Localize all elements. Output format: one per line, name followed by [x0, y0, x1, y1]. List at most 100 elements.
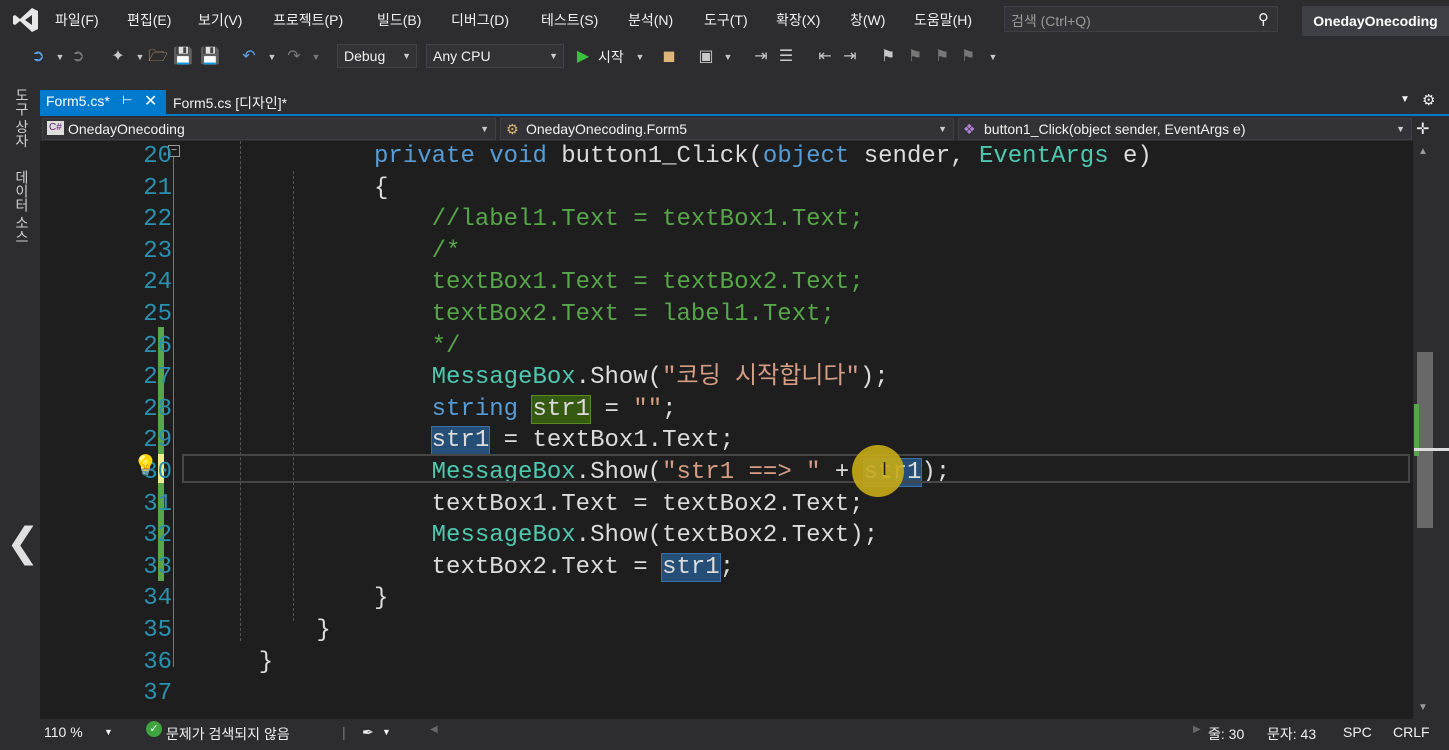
- brush-icon[interactable]: ✒: [362, 724, 374, 741]
- chevron-down-icon: ▼: [402, 51, 411, 61]
- code-line-26: */: [230, 332, 461, 360]
- chevron-down-icon: ▼: [1396, 124, 1405, 134]
- menu-extensions[interactable]: 확장(X): [776, 10, 820, 30]
- project-nav-select[interactable]: C# OnedayOnecoding ▼: [42, 118, 496, 140]
- current-line-highlight: [182, 454, 1410, 483]
- tab-form5-cs[interactable]: Form5.cs* ⊢ ✕: [40, 90, 166, 114]
- chevron-down-icon: ▼: [938, 124, 947, 134]
- toolbox-panel-tab[interactable]: 도구 상자: [12, 88, 32, 148]
- undo-icon[interactable]: ↶: [239, 46, 259, 68]
- line-number: 28: [143, 395, 172, 423]
- columns-icon[interactable]: ☰: [776, 46, 796, 68]
- next-bookmark-icon[interactable]: ⚑: [932, 46, 952, 68]
- visual-studio-logo-icon[interactable]: [12, 6, 40, 34]
- new-project-icon[interactable]: ✦: [108, 46, 128, 68]
- prev-bookmark-icon[interactable]: ⚑: [905, 46, 925, 68]
- search-box[interactable]: 검색 (Ctrl+Q) ⚲: [1004, 6, 1278, 32]
- undo-dropdown-icon[interactable]: ▼: [262, 46, 282, 68]
- menu-tools[interactable]: 도구(T): [704, 10, 748, 30]
- outdent-icon[interactable]: ⇤: [815, 46, 835, 68]
- start-button[interactable]: 시작: [598, 47, 624, 67]
- solution-config-value: Debug: [344, 48, 386, 64]
- zoom-level[interactable]: 110 %: [44, 724, 83, 740]
- code-editor[interactable]: − 20 private void button1_Click(object s…: [40, 141, 1413, 719]
- line-number: 34: [143, 585, 172, 613]
- code-line-36: }: [230, 648, 274, 676]
- line-number: 36: [143, 648, 172, 676]
- line-number: 33: [143, 553, 172, 581]
- new-dropdown-icon[interactable]: ▼: [130, 46, 150, 68]
- menu-file[interactable]: 파일(F): [55, 10, 99, 30]
- method-icon: ❖: [963, 121, 976, 137]
- start-play-icon[interactable]: ▶: [573, 46, 593, 68]
- code-line-28: string str1 = "";: [431, 394, 677, 424]
- chevron-down-icon: ▼: [480, 124, 489, 134]
- scrollbar-thumb[interactable]: [1417, 352, 1433, 528]
- line-number: 31: [143, 490, 172, 518]
- scroll-left-icon[interactable]: ◀: [430, 724, 438, 735]
- menu-window[interactable]: 창(W): [850, 10, 885, 30]
- back-dropdown-icon[interactable]: ▼: [50, 46, 70, 68]
- member-nav-select[interactable]: ❖ button1_Click(object sender, EventArgs…: [958, 118, 1412, 140]
- class-nav-select[interactable]: ⚙ OnedayOnecoding.Form5 ▼: [500, 118, 954, 140]
- solution-config-select[interactable]: Debug ▼: [337, 44, 417, 68]
- menu-edit[interactable]: 편집(E): [127, 10, 171, 30]
- scroll-up-icon[interactable]: ▲: [1418, 146, 1428, 157]
- code-line-29: str1 = textBox1.Text;: [430, 426, 735, 456]
- brush-dropdown-icon[interactable]: ▼: [382, 727, 391, 737]
- text-cursor-icon: I: [882, 459, 888, 479]
- project-nav-value: OnedayOnecoding: [68, 121, 185, 137]
- split-editor-icon[interactable]: ✛: [1416, 119, 1429, 139]
- menu-project[interactable]: 프로젝트(P): [273, 10, 343, 30]
- step-into-icon[interactable]: ⇥: [751, 46, 771, 68]
- menu-view[interactable]: 보기(V): [198, 10, 242, 30]
- platform-select[interactable]: Any CPU ▼: [426, 44, 564, 68]
- clear-bookmarks-icon[interactable]: ⚑: [958, 46, 978, 68]
- account-name[interactable]: OnedayOnecoding: [1302, 6, 1449, 36]
- line-number: 27: [143, 364, 172, 392]
- gear-icon[interactable]: ⚙: [1422, 91, 1435, 109]
- menu-analyze[interactable]: 분석(N): [628, 10, 673, 30]
- start-dropdown-icon[interactable]: ▼: [630, 46, 650, 68]
- line-number: 37: [143, 680, 172, 708]
- line-position: 줄: 30: [1208, 726, 1245, 742]
- redo-dropdown-icon[interactable]: ▼: [306, 46, 326, 68]
- code-line-34: }: [230, 585, 389, 613]
- check-icon: ✓: [146, 721, 162, 737]
- scroll-right-icon[interactable]: ▶: [1193, 724, 1201, 735]
- preview-dropdown-icon[interactable]: ▼: [718, 46, 738, 68]
- menu-debug[interactable]: 디버그(D): [451, 10, 509, 30]
- line-number: 22: [143, 206, 172, 234]
- scroll-down-icon[interactable]: ▼: [1418, 702, 1428, 713]
- indent-icon[interactable]: ⇥: [840, 46, 860, 68]
- preview-icon[interactable]: ▣: [696, 46, 716, 68]
- save-icon[interactable]: 💾: [173, 46, 193, 68]
- open-folder-icon[interactable]: 🗁: [148, 46, 168, 68]
- chevron-down-icon: ▼: [549, 51, 558, 61]
- pin-icon[interactable]: ⊢: [122, 93, 132, 107]
- menu-test[interactable]: 테스트(S): [541, 10, 598, 30]
- zoom-dropdown-icon[interactable]: ▼: [104, 727, 113, 737]
- browser-link-icon[interactable]: ◼: [659, 46, 679, 68]
- menu-build[interactable]: 빌드(B): [377, 10, 421, 30]
- platform-value: Any CPU: [433, 48, 491, 64]
- redo-icon[interactable]: ↷: [284, 46, 304, 68]
- datasource-panel-tab[interactable]: 데이터 소스: [12, 170, 32, 244]
- close-icon[interactable]: ✕: [144, 91, 157, 111]
- lightbulb-icon[interactable]: 💡: [133, 453, 158, 478]
- line-number: 30: [143, 459, 172, 486]
- code-line-20: private void button1_Click(object sender…: [374, 143, 1152, 170]
- code-line-21: {: [230, 174, 389, 202]
- menu-help[interactable]: 도움말(H): [914, 10, 972, 30]
- whitespace-mode: SPC: [1343, 724, 1372, 740]
- toolbar-overflow-icon[interactable]: ▼: [983, 46, 1003, 68]
- navigate-forward-icon[interactable]: ➲: [68, 46, 88, 68]
- navigate-back-icon[interactable]: ➲: [28, 46, 48, 68]
- tab-form5-designer[interactable]: Form5.cs [디자인]*: [173, 93, 287, 113]
- chevron-left-icon[interactable]: ❮: [6, 520, 40, 566]
- save-all-icon[interactable]: 💾: [200, 46, 220, 68]
- line-number: 24: [143, 269, 172, 297]
- tab-list-dropdown-icon[interactable]: ▼: [1400, 94, 1410, 105]
- problems-status[interactable]: 문제가 검색되지 않음: [166, 724, 290, 744]
- bookmark-icon[interactable]: ⚑: [878, 46, 898, 68]
